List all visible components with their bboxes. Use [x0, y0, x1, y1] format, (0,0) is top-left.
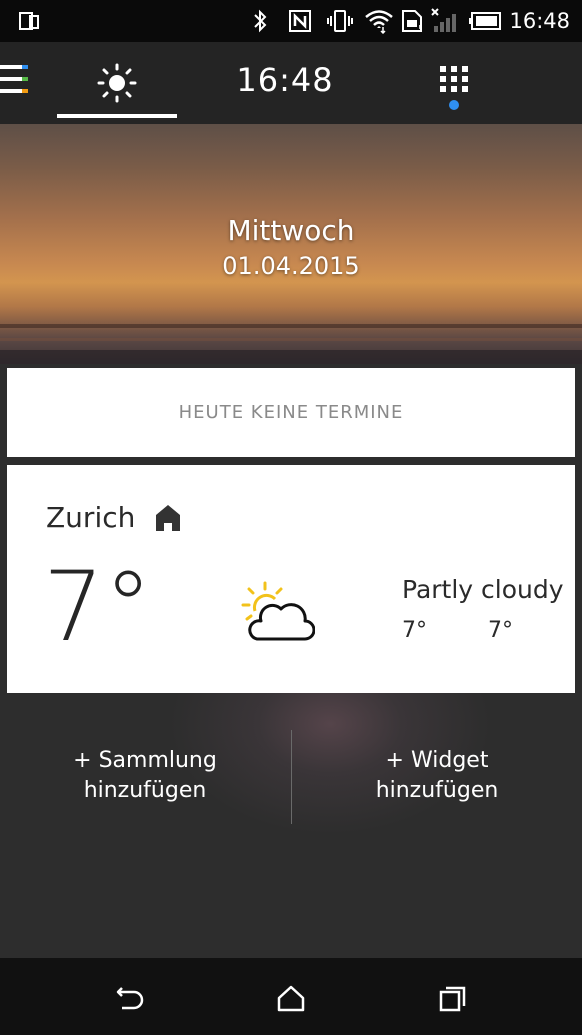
- menu-line-1-accent: [22, 65, 28, 69]
- home-location-icon: [156, 505, 180, 531]
- active-tab-indicator: [57, 114, 177, 118]
- apps-grid-icon[interactable]: [437, 66, 471, 112]
- status-time: 16:48: [509, 9, 570, 33]
- battery-icon: [468, 8, 502, 34]
- grid-dot: [451, 66, 457, 72]
- back-button[interactable]: [110, 978, 150, 1018]
- recents-icon: [439, 986, 466, 1012]
- weather-condition: Partly cloudy: [402, 575, 564, 604]
- bluetooth-icon: [250, 8, 270, 34]
- grid-dot: [451, 76, 457, 82]
- screenshot-icon: [18, 8, 40, 34]
- weather-low: 7°: [488, 618, 513, 643]
- add-widget-line2: hinzufügen: [375, 778, 499, 803]
- nfc-icon: [288, 8, 312, 34]
- menu-line-3-accent: [22, 89, 28, 93]
- menu-line-2-accent: [22, 77, 28, 81]
- recents-button[interactable]: [433, 978, 473, 1018]
- add-collection-line1: + Sammlung: [73, 748, 217, 773]
- sim-icon: !: [400, 8, 424, 34]
- notification-dot: [449, 100, 459, 110]
- hero-date: 01.04.2015: [222, 252, 360, 280]
- home-button[interactable]: [271, 978, 311, 1018]
- hero-day: Mittwoch: [227, 214, 355, 247]
- feed-content: HEUTE KEINE TERMINE Zurich 7° Partly clo…: [0, 364, 582, 958]
- tab-weather[interactable]: [57, 42, 177, 124]
- grid-dot: [440, 86, 446, 92]
- hero-band: [0, 338, 582, 341]
- grid-dot: [462, 76, 468, 82]
- hero-band: [0, 350, 582, 364]
- weather-temperature: 7°: [43, 551, 153, 663]
- menu-line-1: [0, 65, 22, 69]
- menu-line-2: [0, 77, 22, 81]
- vibrate-icon: [326, 8, 354, 34]
- menu-icon[interactable]: [0, 65, 30, 97]
- hero-banner: Mittwoch 01.04.2015: [0, 124, 582, 364]
- status-bar: ! 16:48: [0, 0, 582, 42]
- home-icon: [277, 985, 305, 1012]
- events-empty-text: HEUTE KEINE TERMINE: [178, 402, 404, 423]
- grid-dot: [462, 86, 468, 92]
- add-widget-button[interactable]: + Widget hinzufügen: [292, 746, 582, 806]
- add-widget-line1: + Widget: [385, 748, 489, 773]
- sun-icon: [97, 63, 137, 103]
- hero-band: [0, 324, 582, 328]
- wifi-icon: [364, 8, 394, 34]
- grid-dot: [451, 86, 457, 92]
- back-icon: [116, 987, 144, 1010]
- weather-card[interactable]: Zurich 7° Partly cloudy 7° 7°: [7, 465, 575, 693]
- grid-dot: [440, 76, 446, 82]
- grid-dot: [462, 66, 468, 72]
- svg-text:!: !: [418, 24, 421, 33]
- add-collection-button[interactable]: + Sammlung hinzufügen: [0, 746, 290, 806]
- signal-icon: [430, 8, 462, 34]
- grid-dot: [440, 66, 446, 72]
- weather-high: 7°: [402, 618, 427, 643]
- app-header: 16:48: [0, 42, 582, 124]
- weather-city: Zurich: [46, 501, 136, 534]
- add-collection-line2: hinzufügen: [83, 778, 207, 803]
- navigation-bar: [0, 958, 582, 1035]
- menu-line-3: [0, 89, 22, 93]
- partly-cloudy-icon: [241, 581, 315, 641]
- header-clock[interactable]: 16:48: [200, 61, 370, 99]
- events-card[interactable]: HEUTE KEINE TERMINE: [7, 368, 575, 457]
